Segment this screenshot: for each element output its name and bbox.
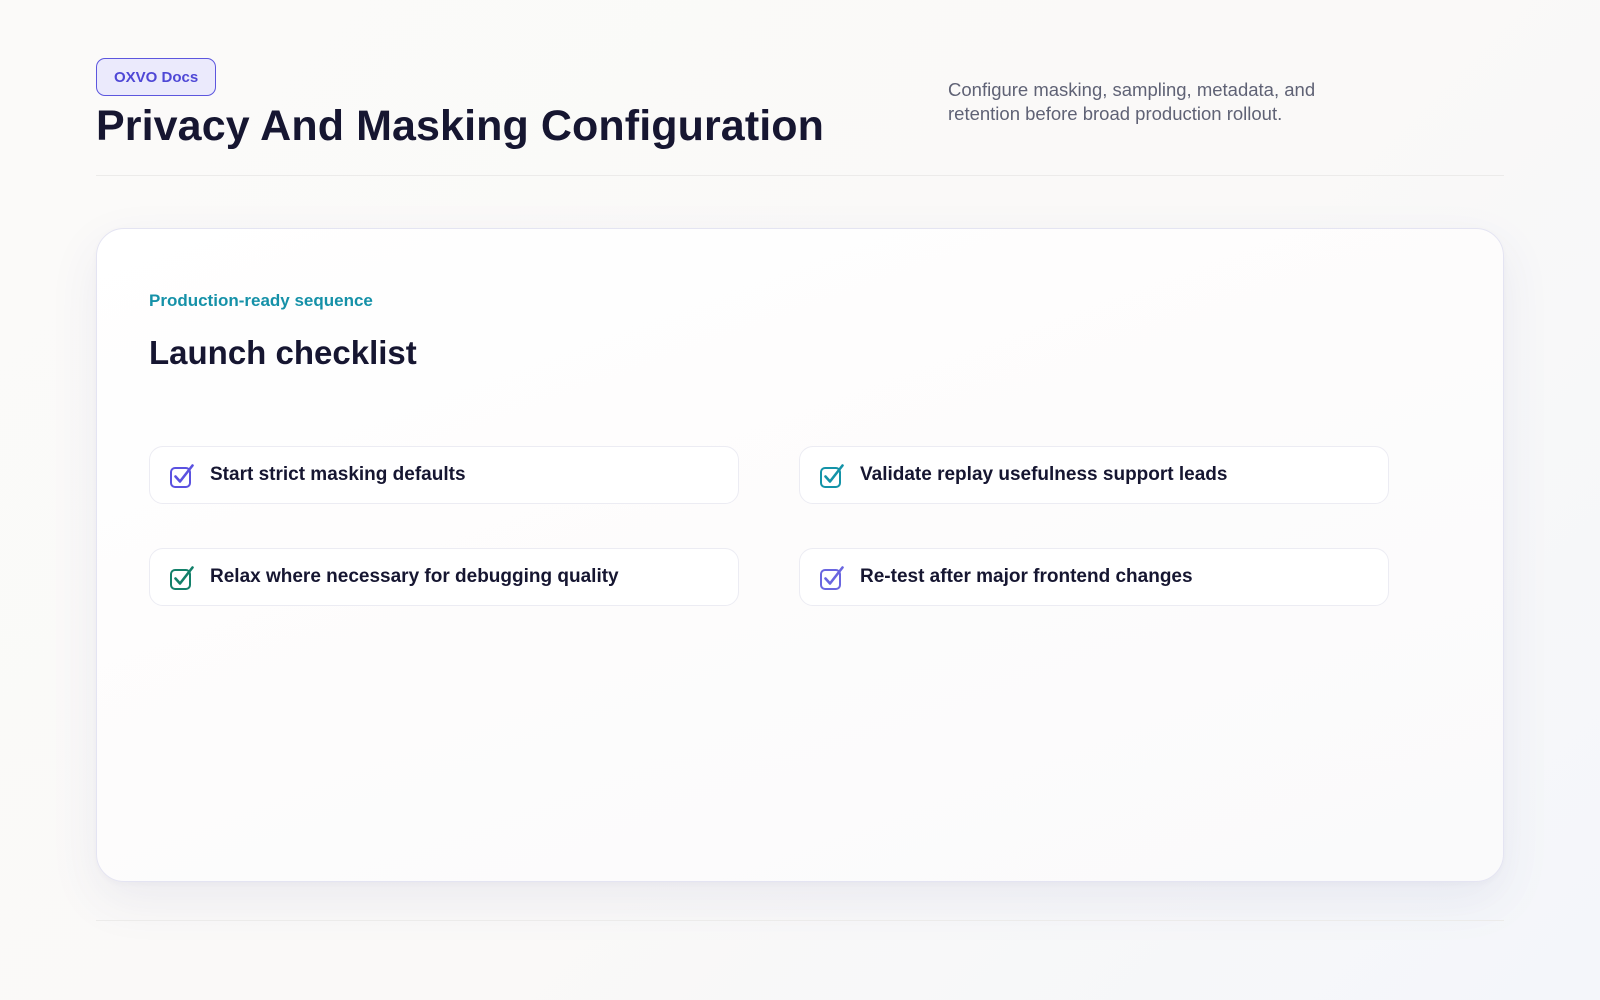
checkbox-checked-icon[interactable]: [169, 564, 195, 590]
checklist-item-retest-frontend[interactable]: Re-test after major frontend changes: [799, 548, 1389, 606]
checklist-item-strict-masking[interactable]: Start strict masking defaults: [149, 446, 739, 504]
page-title: Privacy And Masking Configuration: [96, 102, 825, 150]
docs-badge[interactable]: OXVO Docs: [96, 58, 217, 96]
footer-divider: [96, 920, 1504, 921]
checklist-item-validate-replay[interactable]: Validate replay usefulness support leads: [799, 446, 1389, 504]
page-header: OXVO Docs Privacy And Masking Configurat…: [96, 58, 1504, 176]
checklist-item-label: Start strict masking defaults: [210, 464, 466, 485]
checklist: Start strict masking defaults Validate r…: [149, 446, 1391, 606]
checklist-item-label: Re-test after major frontend changes: [860, 566, 1193, 587]
card-title: Launch checklist: [149, 334, 417, 371]
page-subtitle: Configure masking, sampling, metadata, a…: [948, 79, 1316, 124]
checkbox-checked-icon[interactable]: [169, 462, 195, 488]
checklist-item-relax-debugging[interactable]: Relax where necessary for debugging qual…: [149, 548, 739, 606]
launch-checklist-card: Production-ready sequence Launch checkli…: [96, 228, 1504, 882]
checkbox-checked-icon[interactable]: [819, 462, 845, 488]
card-eyebrow: Production-ready sequence: [149, 291, 373, 310]
checkbox-checked-icon[interactable]: [819, 564, 845, 590]
checklist-item-label: Relax where necessary for debugging qual…: [210, 566, 619, 587]
checklist-item-label: Validate replay usefulness support leads: [860, 464, 1228, 485]
